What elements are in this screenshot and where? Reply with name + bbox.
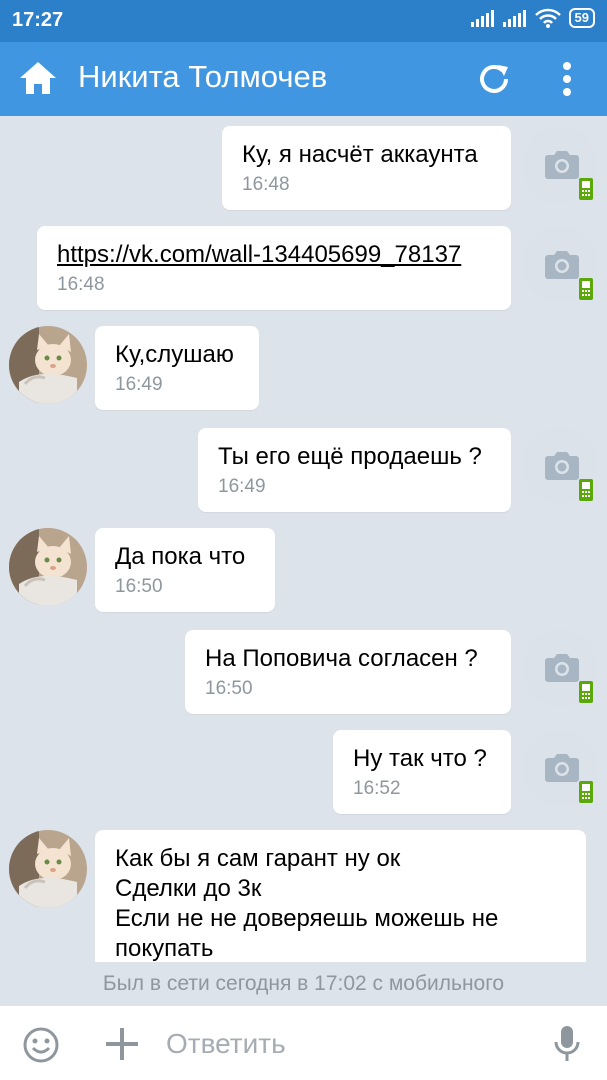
message-line: Как бы я сам гарант ну ок [115, 845, 401, 872]
message-text: Ку, я насчёт аккаунта [242, 141, 478, 168]
message-text: На Поповича согласен ? [205, 645, 478, 672]
message-time: 16:52 [353, 778, 401, 799]
message-time: 16:50 [115, 576, 163, 597]
plus-icon[interactable] [104, 1026, 140, 1062]
my-avatar[interactable] [522, 630, 598, 706]
status-time: 17:27 [12, 9, 64, 31]
message-time: 16:48 [242, 174, 290, 195]
camera-icon [540, 752, 580, 784]
signal-icon [470, 10, 494, 27]
contact-avatar[interactable] [9, 830, 87, 908]
my-avatar[interactable] [522, 730, 598, 806]
message-bubble-incoming[interactable]: Да пока что 16:50 [95, 528, 275, 612]
message-text: Как бы я сам гарант ну ок Сделки до 3к Е… [115, 844, 555, 962]
signal-icon [502, 10, 526, 27]
more-vert-icon[interactable] [552, 58, 582, 100]
reply-input[interactable]: Ответить [166, 1028, 286, 1060]
mobile-phone-icon [578, 780, 594, 804]
last-seen-status: Был в сети сегодня в 17:02 с мобильного [0, 962, 607, 1006]
battery-indicator: 59 [568, 8, 595, 28]
message-text: Ну так что ? [353, 745, 487, 772]
wifi-icon [534, 8, 561, 28]
message-time: 16:49 [218, 476, 266, 497]
message-link[interactable]: https://vk.com/wall-134405699_78137 [57, 240, 461, 270]
message-bubble-incoming[interactable]: Как бы я сам гарант ну ок Сделки до 3к Е… [95, 830, 586, 962]
mobile-phone-icon [578, 478, 594, 502]
conversation-title: Никита Толмочев [78, 59, 328, 94]
message-bubble-outgoing[interactable]: На Поповича согласен ? 16:50 [185, 630, 511, 714]
mobile-phone-icon [578, 177, 594, 201]
camera-icon [540, 652, 580, 684]
mobile-phone-icon [578, 277, 594, 301]
message-composer: Ответить [0, 1006, 607, 1080]
mic-icon[interactable] [552, 1024, 582, 1064]
message-bubble-outgoing[interactable]: Ну так что ? 16:52 [333, 730, 511, 814]
camera-icon [540, 149, 580, 181]
refresh-icon[interactable] [474, 59, 514, 99]
message-line: Если не не доверяешь можешь не покупать [115, 905, 499, 962]
my-avatar[interactable] [522, 428, 598, 504]
contact-avatar[interactable] [9, 326, 87, 404]
message-list[interactable]: Ку, я насчёт аккаунта 16:48 https://vk.c… [0, 116, 607, 962]
message-time: 16:49 [115, 374, 163, 395]
status-icons: 59 [470, 8, 595, 28]
message-line: Сделки до 3к [115, 875, 262, 902]
message-bubble-outgoing[interactable]: Ку, я насчёт аккаунта 16:48 [222, 126, 511, 210]
smile-icon[interactable] [22, 1026, 60, 1064]
home-icon[interactable] [18, 58, 58, 98]
my-avatar[interactable] [522, 227, 598, 303]
message-bubble-outgoing[interactable]: Ты его ещё продаешь ? 16:49 [198, 428, 511, 512]
message-text: Да пока что [115, 543, 246, 570]
message-time: 16:50 [205, 678, 253, 699]
contact-avatar[interactable] [9, 528, 87, 606]
app-bar: Никита Толмочев [0, 42, 607, 116]
mobile-phone-icon [578, 680, 594, 704]
message-bubble-outgoing[interactable]: https://vk.com/wall-134405699_78137 16:4… [37, 226, 511, 310]
message-bubble-incoming[interactable]: Ку,слушаю 16:49 [95, 326, 259, 410]
camera-icon [540, 249, 580, 281]
message-text: Ку,слушаю [115, 341, 234, 368]
status-bar: 17:27 59 [0, 0, 607, 42]
message-time: 16:48 [57, 274, 105, 295]
camera-icon [540, 450, 580, 482]
message-text: Ты его ещё продаешь ? [218, 443, 482, 470]
my-avatar[interactable] [522, 127, 598, 203]
